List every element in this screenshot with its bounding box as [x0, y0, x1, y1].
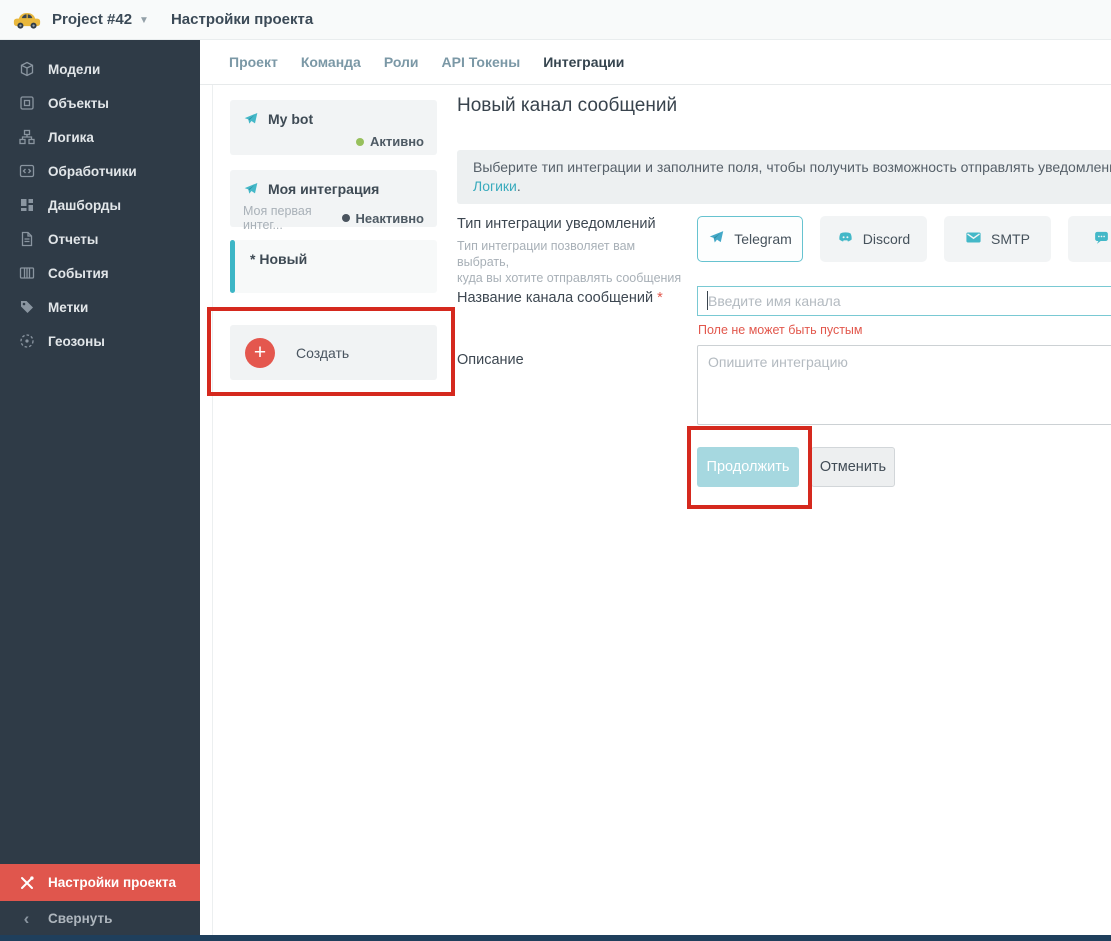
status-dot-active — [355, 137, 364, 146]
integration-title: * Новый — [250, 251, 308, 267]
channel-name-input[interactable] — [697, 286, 1111, 316]
sidebar-item-objects[interactable]: Объекты — [0, 86, 200, 120]
tag-icon — [18, 299, 35, 316]
chevron-down-icon: ▼ — [139, 15, 149, 26]
type-option-telegram[interactable]: Telegram — [697, 216, 803, 262]
name-input-wrap — [697, 286, 1111, 316]
sidebar-item-label: Модели — [48, 61, 101, 77]
sidebar-item-project-settings[interactable]: Настройки проекта — [0, 864, 200, 901]
sitemap-icon — [18, 129, 35, 146]
sidebar-item-reports[interactable]: Отчеты — [0, 222, 200, 256]
sidebar-bottom: Настройки проекта ‹ Свернуть — [0, 864, 200, 935]
sidebar-item-label: Геозоны — [48, 333, 105, 349]
table-columns-icon — [18, 265, 35, 282]
status-badge: Неактивно — [341, 211, 424, 226]
type-field-hint-line2: куда вы хотите отправлять сообщения — [457, 271, 682, 285]
envelope-icon — [965, 229, 982, 249]
create-button-label: Создать — [296, 344, 350, 361]
tools-icon — [18, 874, 35, 891]
description-field-label: Описание — [457, 352, 524, 368]
name-field-label: Название канала сообщений * — [457, 290, 663, 306]
integration-card-new[interactable]: * Новый — [230, 240, 437, 293]
sidebar-item-geozones[interactable]: Геозоны — [0, 324, 200, 358]
integrations-panel: My bot Активно Моя интеграция Моя первая… — [230, 100, 437, 380]
info-text: Выберите тип интеграции и заполните поля… — [473, 159, 1111, 175]
integration-subtitle: Моя первая интег... — [243, 204, 312, 232]
geozone-icon — [18, 333, 35, 350]
integration-type-options: Telegram Discord SMTP — [697, 216, 1111, 262]
type-option-sms[interactable] — [1068, 216, 1111, 262]
sidebar-item-logic[interactable]: Логика — [0, 120, 200, 154]
cube-icon — [18, 61, 35, 78]
sidebar-item-label: Обработчики — [48, 163, 137, 179]
sidebar-item-events[interactable]: События — [0, 256, 200, 290]
project-switcher[interactable]: Project #42 ▼ — [52, 11, 149, 28]
text-caret — [707, 291, 708, 310]
type-option-smtp[interactable]: SMTP — [944, 216, 1051, 262]
car-icon[interactable] — [10, 8, 44, 32]
telegram-icon — [243, 111, 259, 127]
tab-project[interactable]: Проект — [229, 54, 278, 70]
telegram-icon — [243, 181, 259, 197]
sidebar-item-dashboards[interactable]: Дашборды — [0, 188, 200, 222]
sidebar: Модели Объекты Логика Обработчики Дашбор… — [0, 40, 200, 935]
info-banner: Выберите тип интеграции и заполните поля… — [457, 150, 1111, 204]
page-title: Настройки проекта — [170, 11, 314, 28]
sidebar-collapse-button[interactable]: ‹ Свернуть — [0, 901, 200, 935]
info-suffix: . — [516, 178, 521, 194]
sidebar-item-models[interactable]: Модели — [0, 52, 200, 86]
new-channel-form: Новый канал сообщений Выберите тип интег… — [457, 40, 1111, 600]
type-field-label-block: Тип интеграции уведомлений Тип интеграци… — [457, 216, 689, 286]
sidebar-item-label: Дашборды — [48, 197, 121, 213]
plus-circle-icon: + — [245, 337, 275, 368]
discord-icon — [837, 229, 854, 249]
sms-bubble-icon — [1093, 229, 1110, 249]
name-field-error: Поле не может быть пустым — [698, 323, 863, 337]
tab-team[interactable]: Команда — [301, 54, 361, 70]
continue-button[interactable]: Продолжить — [697, 447, 799, 487]
type-field-label: Тип интеграции уведомлений — [457, 216, 656, 232]
sidebar-menu: Модели Объекты Логика Обработчики Дашбор… — [0, 40, 200, 358]
project-name: Project #42 — [52, 11, 133, 28]
type-field-hint-line1: Тип интеграции позволяет вам выбрать, — [457, 239, 636, 269]
sidebar-item-label: Объекты — [48, 95, 109, 111]
sidebar-item-label: События — [48, 265, 109, 281]
create-integration-button[interactable]: + Создать — [230, 325, 437, 380]
form-title: Новый канал сообщений — [457, 95, 678, 116]
sidebar-item-label: Отчеты — [48, 231, 99, 247]
form-actions: Продолжить Отменить — [697, 447, 895, 487]
collapse-label: Свернуть — [48, 910, 113, 926]
logics-link[interactable]: Логики — [473, 178, 517, 194]
topbar: Project #42 ▼ Настройки проекта — [0, 0, 1111, 40]
sidebar-item-label: Метки — [48, 299, 89, 315]
sidebar-item-tags[interactable]: Метки — [0, 290, 200, 324]
sidebar-item-label: Настройки проекта — [48, 875, 177, 890]
code-box-icon — [18, 163, 35, 180]
required-asterisk: * — [657, 290, 663, 306]
status-dot-inactive — [341, 214, 350, 222]
cancel-button[interactable]: Отменить — [811, 447, 895, 487]
integration-title: Моя интеграция — [268, 181, 380, 197]
chevron-left-icon: ‹ — [23, 908, 30, 928]
status-badge: Активно — [355, 134, 424, 149]
integration-card-my-bot[interactable]: My bot Активно — [230, 100, 437, 155]
integration-card-moya-integraciya[interactable]: Моя интеграция Моя первая интег... Неакт… — [230, 170, 437, 232]
telegram-icon — [708, 229, 725, 249]
dashboard-grid-icon — [18, 197, 35, 214]
object-frame-icon — [18, 95, 35, 112]
integration-title: My bot — [268, 111, 314, 127]
active-item-indicator — [230, 240, 235, 293]
sidebar-item-label: Логика — [48, 129, 94, 145]
sidebar-item-handlers[interactable]: Обработчики — [0, 154, 200, 188]
content-area: Проект Команда Роли API Токены Интеграци… — [200, 40, 1111, 935]
type-option-discord[interactable]: Discord — [820, 216, 927, 262]
tab-roles[interactable]: Роли — [384, 54, 419, 70]
document-icon — [18, 231, 35, 248]
app-window: Project #42 ▼ Настройки проекта Модели О… — [0, 0, 1111, 941]
bottom-strip — [0, 935, 1111, 941]
description-textarea[interactable] — [697, 345, 1111, 425]
